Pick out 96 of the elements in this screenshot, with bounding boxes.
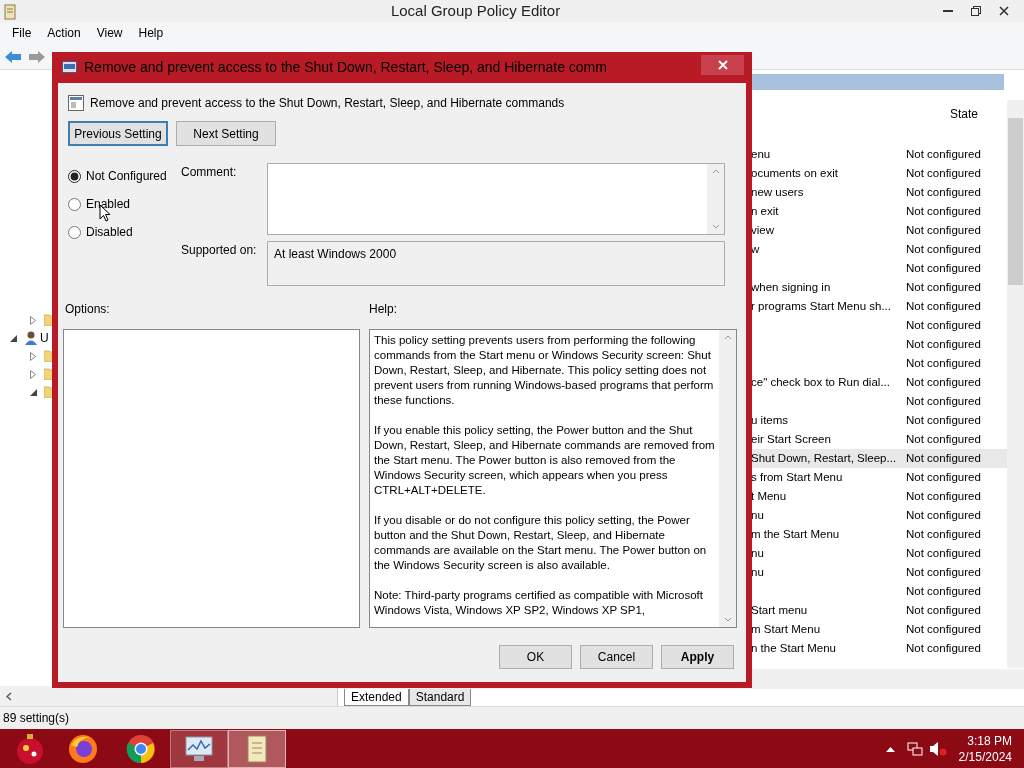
setting-name: u items (751, 413, 789, 426)
setting-name: m Start Menu (751, 622, 821, 635)
options-label: Options: (65, 302, 110, 316)
policy-setting-icon (68, 95, 84, 111)
setting-name: n the Start Menu (751, 641, 837, 654)
setting-name: n exit (751, 204, 779, 217)
state-cell: Not configured (906, 565, 981, 578)
state-cell: Not configured (906, 603, 981, 616)
menu-item[interactable]: View (88, 22, 131, 44)
collapse-arrow-icon[interactable] (10, 334, 17, 342)
setting-name: Shut Down, Restart, Sleep... (751, 451, 897, 464)
menu-item[interactable]: Help (130, 22, 172, 44)
close-button[interactable] (701, 54, 744, 75)
view-tab[interactable]: Extended (344, 689, 409, 706)
monitor-chart-icon[interactable] (184, 735, 214, 763)
state-cell: Not configured (906, 166, 981, 179)
close-icon (717, 59, 728, 70)
state-cell: Not configured (906, 546, 981, 559)
state-cell: Not configured (906, 489, 981, 502)
view-tab[interactable]: Standard (408, 689, 472, 706)
state-cell: Not configured (906, 299, 981, 312)
dialog-button[interactable]: Cancel (580, 645, 653, 669)
state-cell: Not configured (906, 451, 981, 464)
state-cell: Not configured (906, 204, 981, 217)
setting-name: ocuments on exit (751, 166, 838, 179)
setting-name: Start menu (751, 603, 808, 616)
state-cell: Not configured (906, 470, 981, 483)
user-icon (24, 330, 38, 346)
clock-date[interactable]: 2/15/2024 (958, 749, 1012, 765)
setting-name: view (751, 223, 774, 236)
supported-label: Supported on: (181, 243, 257, 257)
policy-icon (62, 60, 78, 75)
menu-item[interactable]: File (4, 22, 40, 44)
network-icon[interactable] (906, 741, 923, 757)
setting-name: eir Start Screen (751, 432, 831, 445)
scroll-icon[interactable] (244, 734, 270, 764)
state-cell: Not configured (906, 280, 981, 293)
muted-speaker-icon[interactable] (928, 741, 947, 757)
state-cell: Not configured (906, 432, 981, 445)
comment-label: Comment: (181, 165, 237, 179)
radio-button[interactable] (68, 225, 81, 239)
setting-heading: Remove and prevent access to the Shut Down, Restart, Sleep, and Hibernate commands (90, 95, 565, 112)
window-title: Local Group Policy Editor (390, 1, 561, 19)
setting-name: r programs Start Menu sh... (751, 299, 891, 312)
state-cell: Not configured (906, 375, 981, 388)
tree-item[interactable]: U (40, 329, 49, 347)
help-paragraph: If you disable or do not configure this policy setting, the Power button and the Shut Down, Restart, Sleep, and Hibernate commands are available on the Start menu. The Power button on the Windows Security screen is also available. (374, 513, 708, 573)
help-paragraph: Note: Third-party programs certified as compatible with Microsoft Windows Vista, Windows XP SP2, Windows XP SP1, (374, 588, 704, 618)
state-cell: Not configured (906, 641, 981, 654)
nav-button[interactable]: Previous Setting (68, 121, 168, 146)
state-cell: Not configured (906, 147, 981, 160)
setting-name: nu (751, 546, 764, 559)
help-paragraph: This policy setting prevents users from performing the following commands from the Start menu or Windows Security screen: Shut Down, Restart, Sleep, and Hibernate. This policy setting does not prevent users from running Windows-based programs that perform these functions. (374, 333, 715, 408)
radio-button[interactable] (68, 197, 81, 211)
state-cell: Not configured (906, 527, 981, 540)
menu-item[interactable]: Action (39, 22, 89, 44)
option-label[interactable]: Not Configured (86, 167, 167, 185)
setting-name: m the Start Menu (751, 527, 840, 540)
option-label[interactable]: Disabled (86, 223, 133, 241)
forward-icon[interactable] (28, 49, 46, 64)
state-cell: Not configured (906, 622, 981, 635)
nav-button[interactable]: Next Setting (176, 121, 276, 146)
state-cell: Not configured (906, 413, 981, 426)
setting-name: enu (751, 147, 771, 160)
radio-button[interactable] (68, 169, 81, 183)
chrome-icon[interactable] (125, 733, 157, 765)
clock-time[interactable]: 3:18 PM (958, 733, 1012, 749)
setting-name: when signing in (751, 280, 831, 293)
state-cell: Not configured (906, 223, 981, 236)
state-cell: Not configured (906, 508, 981, 521)
dialog-button[interactable]: OK (499, 645, 572, 669)
state-cell: Not configured (906, 185, 981, 198)
option-label[interactable]: Enabled (86, 195, 131, 213)
firefox-icon[interactable] (67, 733, 99, 765)
setting-name: nu (751, 508, 764, 521)
setting-name: new users (751, 185, 804, 198)
supported-field: At least Windows 2000 (267, 241, 725, 286)
setting-name: nu (751, 565, 764, 578)
status-text: 89 setting(s) (3, 711, 70, 725)
state-cell: Not configured (906, 261, 981, 274)
setting-name: ce" check box to Run dial... (751, 375, 890, 388)
scroll-left-icon[interactable] (6, 691, 12, 701)
collapse-arrow-icon[interactable] (30, 388, 37, 396)
scroll-icon (3, 3, 17, 20)
vertical-scrollbar[interactable] (1007, 100, 1024, 668)
help-label: Help: (369, 302, 397, 316)
dialog-button[interactable]: Apply (661, 645, 734, 669)
state-cell: Not configured (906, 242, 981, 255)
state-cell: Not configured (906, 318, 981, 331)
back-icon[interactable] (4, 49, 22, 64)
expand-arrow-icon[interactable] (30, 315, 36, 325)
help-paragraph: If you enable this policy setting, the Power button and the Shut Down, Restart, Sleep, and Hibernate commands are removed from the Start menu. The Power button is also removed from the Windows Security screen, which appears when you press CTRL+ALT+DELETE. (374, 423, 716, 498)
setting-name: s from Start Menu (751, 470, 843, 483)
column-header[interactable]: State (950, 104, 978, 123)
dialog-title: Remove and prevent access to the Shut Down, Restart, Sleep, and Hibernate comm (84, 58, 607, 77)
show-hidden-icon[interactable] (885, 746, 895, 752)
